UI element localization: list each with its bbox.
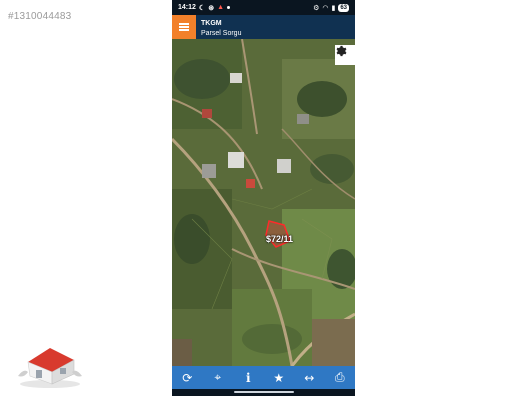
star-icon: ★: [273, 370, 285, 385]
measure-button[interactable]: ↔: [298, 367, 320, 389]
parcel-label: $72/11: [266, 234, 294, 244]
moon-icon: ☾: [198, 4, 206, 12]
map-settings-button[interactable]: [335, 45, 355, 65]
refresh-icon: ⟳: [182, 370, 193, 385]
hamburger-icon: [179, 23, 189, 31]
map-imagery: [172, 39, 355, 366]
status-left: 14:12 ☾ ⊛ ▲: [178, 4, 230, 12]
menu-button[interactable]: [172, 15, 196, 39]
listing-id-watermark: #1310044483: [8, 11, 72, 22]
home-indicator: [172, 389, 355, 396]
house-logo: [18, 348, 82, 388]
measure-icon: ↔: [304, 370, 315, 385]
battery-indicator: 63: [338, 3, 349, 12]
settings-small-icon: ⚙: [313, 4, 320, 12]
print-icon: ⎙: [334, 370, 345, 384]
home-pill[interactable]: [234, 391, 294, 393]
refresh-button[interactable]: ⟳: [176, 367, 198, 389]
dot-icon: [227, 6, 230, 9]
notification-icon: ⊛: [208, 4, 215, 12]
print-button[interactable]: ⎙: [329, 367, 351, 389]
alert-icon: ▲: [217, 4, 224, 11]
status-time: 14:12: [178, 4, 196, 11]
status-bar: 14:12 ☾ ⊛ ▲ ⚙ ◠ ▮ 63: [172, 0, 355, 15]
satellite-map[interactable]: $72/11: [172, 39, 355, 366]
locate-button[interactable]: ⌖: [207, 367, 229, 389]
locate-icon: ⌖: [214, 370, 222, 384]
app-title: TKGM: [201, 20, 222, 27]
bottom-toolbar: ⟳ ⌖ i ★ ↔ ⎙: [172, 366, 355, 389]
gear-icon: [336, 45, 347, 57]
wifi-icon: ◠: [322, 4, 329, 12]
signal-icon: ▮: [331, 4, 336, 12]
app-subtitle: Parsel Sorgu: [201, 30, 242, 37]
app-bar: TKGM Parsel Sorgu: [172, 15, 355, 39]
favorite-button[interactable]: ★: [268, 367, 290, 389]
info-button[interactable]: i: [237, 367, 259, 389]
info-icon: i: [245, 370, 251, 385]
phone-screen: 14:12 ☾ ⊛ ▲ ⚙ ◠ ▮ 63 TKGM Parsel Sorgu $…: [172, 0, 355, 396]
status-right: ⚙ ◠ ▮ 63: [313, 3, 349, 12]
